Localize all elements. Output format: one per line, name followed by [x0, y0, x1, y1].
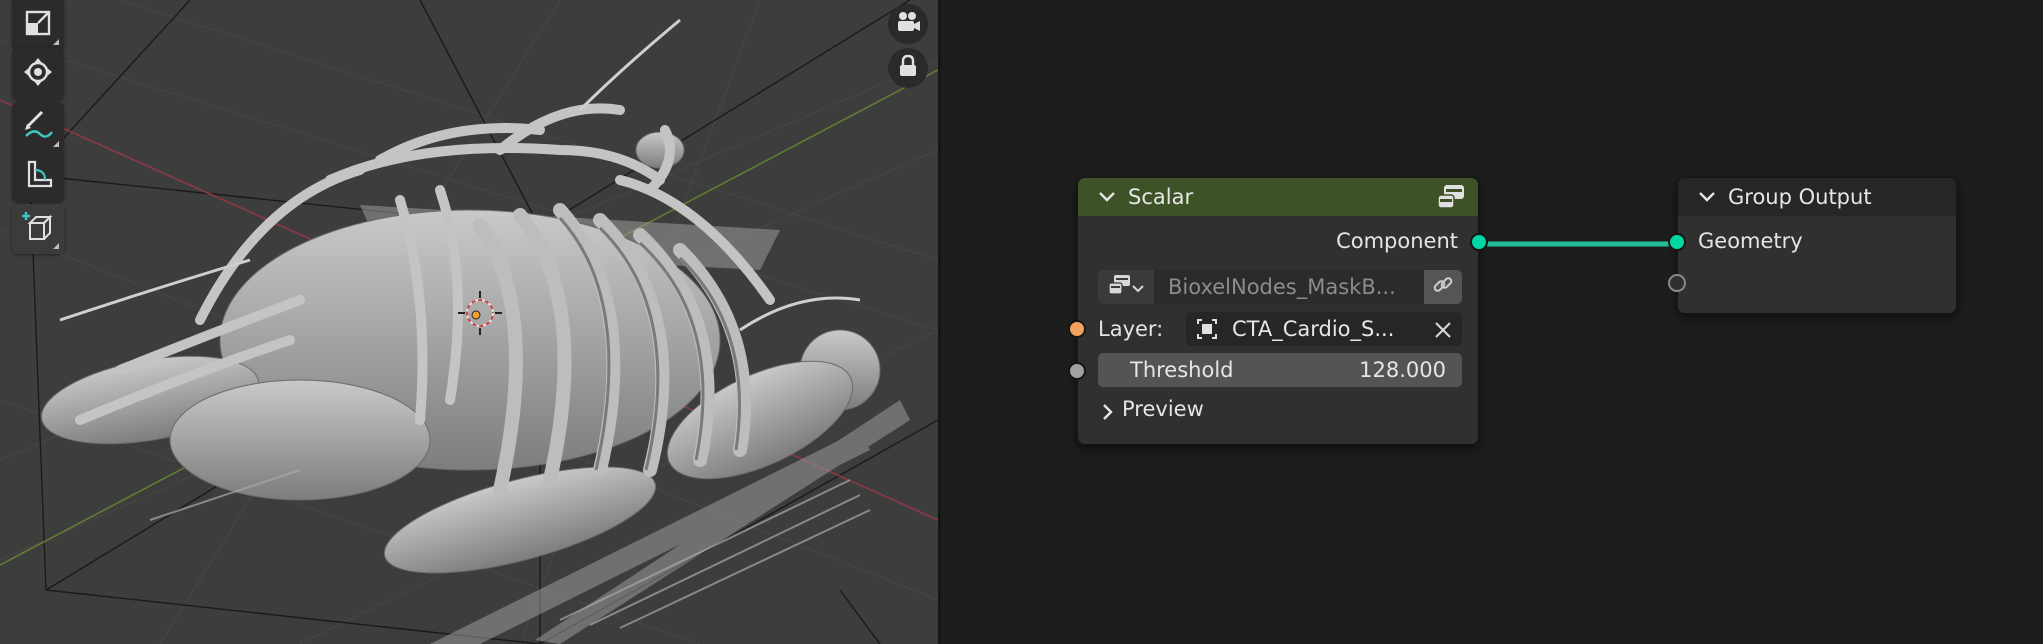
component-output-socket[interactable]: [1470, 233, 1488, 251]
layer-field[interactable]: CTA_Cardio_S...: [1186, 312, 1462, 346]
node-group-icon[interactable]: [1436, 183, 1466, 216]
preview-label: Preview: [1122, 397, 1204, 421]
group-output-node-header[interactable]: Group Output: [1678, 178, 1956, 216]
annotate-tool-button[interactable]: [12, 102, 64, 152]
empty-input-row: [1668, 266, 1956, 302]
transform-icon: [23, 57, 53, 91]
threshold-input-socket[interactable]: [1068, 362, 1086, 380]
link-icon: [1432, 274, 1454, 301]
node-title: Scalar: [1128, 185, 1194, 209]
tool-group-annotate: [12, 102, 64, 202]
object-type-dropdown[interactable]: [1098, 270, 1154, 304]
component-output-row: Component: [1078, 216, 1488, 266]
node-title: Group Output: [1728, 185, 1872, 209]
object-field-value: BioxelNodes_MaskB...: [1168, 275, 1396, 299]
component-output-label: Component: [1336, 229, 1458, 253]
threshold-slider[interactable]: Threshold 128.000: [1098, 353, 1462, 387]
threshold-row: Threshold 128.000: [1068, 350, 1478, 390]
clear-layer-icon[interactable]: [1434, 320, 1452, 344]
object-group-icon: [1108, 274, 1132, 301]
geometry-input-label: Geometry: [1698, 229, 1803, 253]
geometry-input-socket[interactable]: [1668, 233, 1686, 251]
threshold-value: 128.000: [1359, 358, 1446, 382]
lock-view-button[interactable]: [888, 48, 928, 88]
geometry-input-row: Geometry: [1668, 216, 1956, 266]
tool-group-add: [12, 204, 64, 254]
collapse-chevron-icon[interactable]: [1098, 191, 1120, 203]
object-origin: [471, 310, 481, 320]
scalar-node-header[interactable]: Scalar: [1078, 178, 1478, 216]
add-cube-icon: [22, 211, 54, 247]
link-toggle-button[interactable]: [1424, 270, 1462, 304]
tool-group-scale: [12, 0, 64, 50]
camera-view-icon: [895, 10, 921, 38]
layer-object-icon: [1196, 318, 1218, 340]
threshold-label: Threshold: [1130, 358, 1234, 382]
add-cube-tool-button[interactable]: [12, 204, 64, 254]
object-field[interactable]: BioxelNodes_MaskB...: [1098, 270, 1462, 304]
chevron-down-icon: [1132, 275, 1144, 299]
group-output-node[interactable]: Group Output Geometry: [1668, 177, 1957, 314]
node-editor[interactable]: Scalar Component BioxelNodes_MaskB... La…: [941, 0, 2043, 644]
tool-group-transform: [12, 48, 64, 100]
layer-label: Layer:: [1098, 317, 1164, 341]
scale-tool-button[interactable]: [12, 0, 64, 50]
annotate-icon: [22, 110, 54, 144]
measure-tool-button[interactable]: [12, 152, 64, 202]
transform-tool-button[interactable]: [12, 48, 64, 100]
measure-icon: [23, 160, 53, 194]
layer-input-socket[interactable]: [1068, 320, 1086, 338]
scale-icon: [24, 9, 52, 41]
lock-icon: [897, 54, 919, 82]
viewport-scene: [0, 0, 938, 644]
3d-viewport[interactable]: [0, 0, 938, 644]
preview-panel-toggle[interactable]: Preview: [1078, 390, 1478, 428]
scalar-node[interactable]: Scalar Component BioxelNodes_MaskB... La…: [1068, 177, 1488, 445]
layer-row: Layer: CTA_Cardio_S...: [1068, 308, 1478, 350]
empty-input-socket[interactable]: [1668, 274, 1686, 292]
camera-view-button[interactable]: [888, 4, 928, 44]
object-field-row: BioxelNodes_MaskB...: [1078, 266, 1478, 308]
layer-field-value: CTA_Cardio_S...: [1232, 317, 1395, 341]
collapse-chevron-icon[interactable]: [1698, 191, 1720, 203]
chevron-right-icon: [1102, 402, 1114, 426]
